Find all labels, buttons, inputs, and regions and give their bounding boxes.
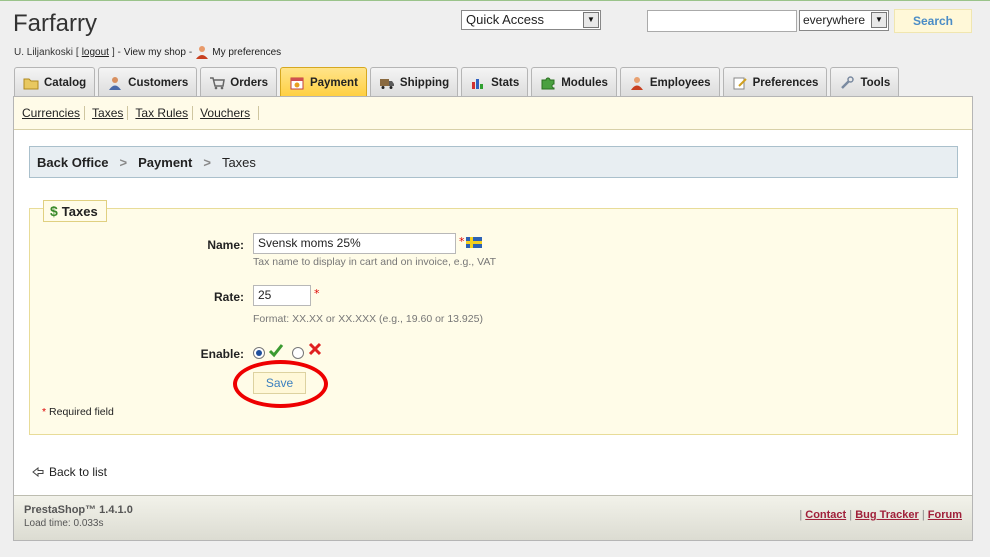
search-button[interactable]: Search (894, 9, 972, 33)
taxes-form: $ Taxes Name: Svensk moms 25% * Tax name… (29, 200, 958, 435)
wrench-icon (841, 75, 855, 89)
arrow-left-icon (32, 467, 44, 477)
user-line: U. Liljankoski [ logout ] - View my shop… (14, 46, 282, 59)
back-to-list-link[interactable]: Back to list (32, 465, 107, 479)
enable-yes-radio[interactable] (253, 347, 265, 359)
user-name: U. Liljankoski (14, 46, 73, 58)
annotation-circle (233, 360, 328, 408)
shop-title: Farfarry (13, 10, 97, 37)
forum-link[interactable]: Forum (928, 509, 962, 521)
payment-icon (290, 77, 304, 89)
cart-icon (210, 76, 226, 89)
preferences-icon (733, 77, 747, 89)
enable-label: Enable: (200, 347, 244, 361)
tab-preferences[interactable]: Preferences (722, 67, 828, 97)
tab-shipping[interactable]: Shipping (369, 67, 459, 97)
truck-icon (379, 78, 394, 89)
breadcrumb-payment[interactable]: Payment (138, 155, 192, 170)
customers-icon (109, 76, 122, 90)
subnav-currencies[interactable]: Currencies (18, 106, 86, 120)
content-panel: Currencies Taxes Tax Rules Vouchers Back… (13, 96, 973, 541)
rate-input[interactable]: 25 (253, 285, 311, 306)
subnav-vouchers[interactable]: Vouchers (196, 106, 260, 120)
search-scope-select[interactable]: everywhere ▼ (799, 10, 889, 31)
footer: PrestaShop™ 1.4.1.0 Load time: 0.033s | … (14, 495, 972, 540)
puzzle-icon (541, 77, 555, 89)
form-legend: $ Taxes (43, 200, 107, 222)
breadcrumb-back-office[interactable]: Back Office (37, 155, 109, 170)
tab-modules[interactable]: Modules (531, 67, 617, 97)
tab-tools[interactable]: Tools (830, 67, 900, 97)
tab-stats[interactable]: Stats (461, 67, 529, 97)
load-time-text: Load time: 0.033s (24, 518, 104, 529)
breadcrumb: Back Office > Payment > Taxes (29, 146, 958, 178)
subnav-tax-rules[interactable]: Tax Rules (131, 106, 194, 120)
my-preferences-link[interactable]: My preferences (212, 47, 281, 58)
name-hint: Tax name to display in cart and on invoi… (253, 256, 496, 268)
cross-icon (308, 342, 322, 356)
tab-orders[interactable]: Orders (200, 67, 277, 97)
version-text: PrestaShop™ 1.4.1.0 (24, 504, 133, 516)
required-star: * (314, 287, 320, 300)
name-label: Name: (207, 238, 244, 252)
name-input[interactable]: Svensk moms 25% (253, 233, 456, 254)
chevron-down-icon: ▼ (871, 12, 887, 28)
sweden-flag-icon[interactable] (466, 237, 482, 248)
employee-icon (630, 76, 643, 90)
chevron-down-icon: ▼ (583, 12, 599, 28)
chart-icon (472, 78, 484, 89)
tab-customers[interactable]: Customers (98, 67, 198, 97)
enable-no-radio[interactable] (292, 347, 304, 359)
tab-catalog[interactable]: Catalog (14, 67, 96, 97)
sub-navigation: Currencies Taxes Tax Rules Vouchers (14, 97, 972, 130)
dollar-icon: $ (50, 203, 58, 219)
check-icon (268, 344, 284, 358)
subnav-taxes[interactable]: Taxes (88, 106, 129, 120)
tab-payment[interactable]: Payment (279, 67, 367, 97)
required-star: * (459, 235, 465, 248)
contact-link[interactable]: Contact (805, 509, 846, 521)
rate-hint: Format: XX.XX or XX.XXX (e.g., 19.60 or … (253, 313, 483, 325)
chevron-right-icon: > (119, 154, 128, 170)
bug-tracker-link[interactable]: Bug Tracker (855, 509, 919, 521)
search-input[interactable] (647, 10, 797, 32)
tab-employees[interactable]: Employees (619, 67, 720, 97)
logout-link[interactable]: logout (82, 47, 109, 58)
view-shop-link[interactable]: View my shop (124, 47, 186, 58)
rate-label: Rate: (213, 290, 244, 304)
chevron-right-icon: > (203, 154, 211, 170)
quick-access-select[interactable]: Quick Access ▼ (461, 10, 601, 30)
footer-links: | Contact | Bug Tracker | Forum (799, 509, 962, 521)
breadcrumb-current: Taxes (221, 154, 256, 170)
required-field-note: * Required field (42, 406, 114, 418)
folder-icon (23, 78, 39, 89)
person-icon (196, 46, 209, 59)
main-tabs: Catalog Customers Orders Payment Shippin… (14, 67, 900, 97)
